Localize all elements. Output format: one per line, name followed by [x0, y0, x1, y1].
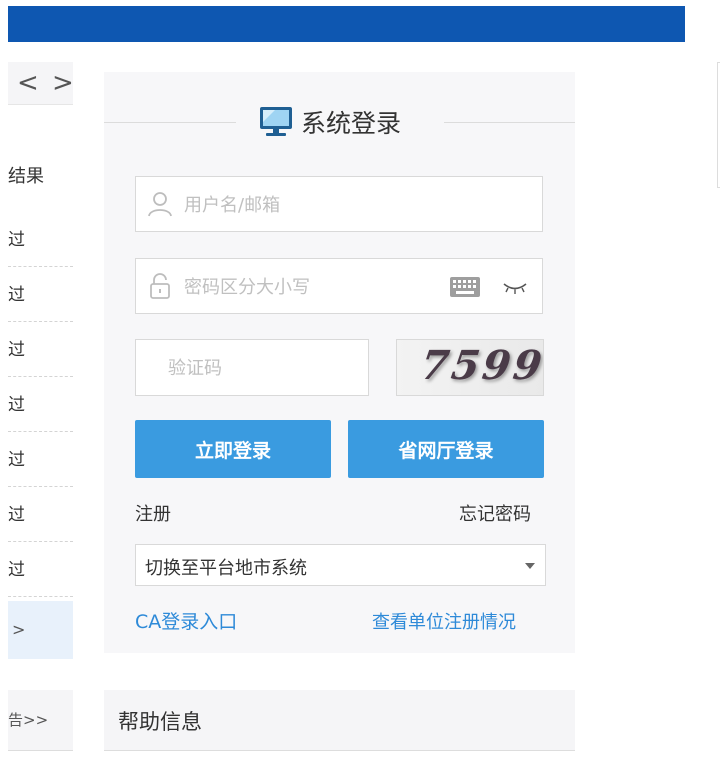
city-system-select[interactable]: 切换至平台地市系统: [135, 544, 546, 586]
result-list: 过 过 过 过 过 过 过: [8, 212, 73, 597]
list-item: 过: [8, 487, 73, 542]
keyboard-icon[interactable]: [450, 277, 480, 297]
title-divider-left: [104, 122, 236, 123]
monitor-icon: [260, 107, 292, 136]
password-field: [135, 258, 543, 315]
lock-icon: [150, 273, 170, 299]
prev-arrow-icon[interactable]: <: [17, 68, 39, 98]
captcha-field: [135, 339, 369, 397]
register-link[interactable]: 注册: [135, 500, 171, 526]
top-header-bar: [8, 6, 685, 42]
title-group: 系统登录: [259, 100, 401, 144]
login-panel: 系统登录 用户名/邮箱 验证码 7599 立即登录 省网厅登录 注册 忘记密码 …: [104, 72, 575, 653]
ca-login-link[interactable]: CA登录入口: [135, 607, 237, 634]
list-item: 过: [8, 377, 73, 432]
carousel-arrows: < >: [8, 62, 74, 105]
list-item: 过: [8, 267, 73, 322]
username-input[interactable]: [182, 177, 446, 233]
password-input[interactable]: [182, 259, 446, 315]
captcha-input[interactable]: [166, 340, 360, 397]
list-item: 过: [8, 322, 73, 377]
forgot-password-link[interactable]: 忘记密码: [459, 500, 531, 526]
eye-closed-icon[interactable]: [502, 279, 528, 295]
panel-title-row: 系统登录: [104, 100, 575, 144]
next-arrow-icon[interactable]: >: [52, 68, 74, 98]
user-icon: [148, 192, 172, 217]
province-login-button[interactable]: 省网厅登录: [348, 420, 544, 478]
list-item: 过: [8, 542, 73, 597]
list-item: 过: [8, 432, 73, 487]
view-registration-link[interactable]: 查看单位注册情况: [372, 608, 516, 634]
select-value: 切换至平台地市系统: [145, 558, 307, 579]
more-results-link[interactable]: >: [8, 601, 73, 659]
help-title: 帮助信息: [118, 710, 202, 734]
captcha-image[interactable]: 7599: [396, 339, 544, 396]
captcha-text: 7599: [417, 342, 544, 389]
login-button[interactable]: 立即登录: [135, 420, 331, 478]
help-section: 帮助信息: [104, 690, 575, 751]
result-column-header: 结果: [8, 166, 44, 187]
list-item: 过: [8, 212, 73, 267]
page-title: 系统登录: [301, 109, 402, 138]
notice-more-link[interactable]: 告>>: [8, 690, 73, 751]
title-divider-right: [444, 122, 575, 123]
chevron-down-icon: [525, 563, 535, 569]
username-field: [135, 176, 543, 233]
